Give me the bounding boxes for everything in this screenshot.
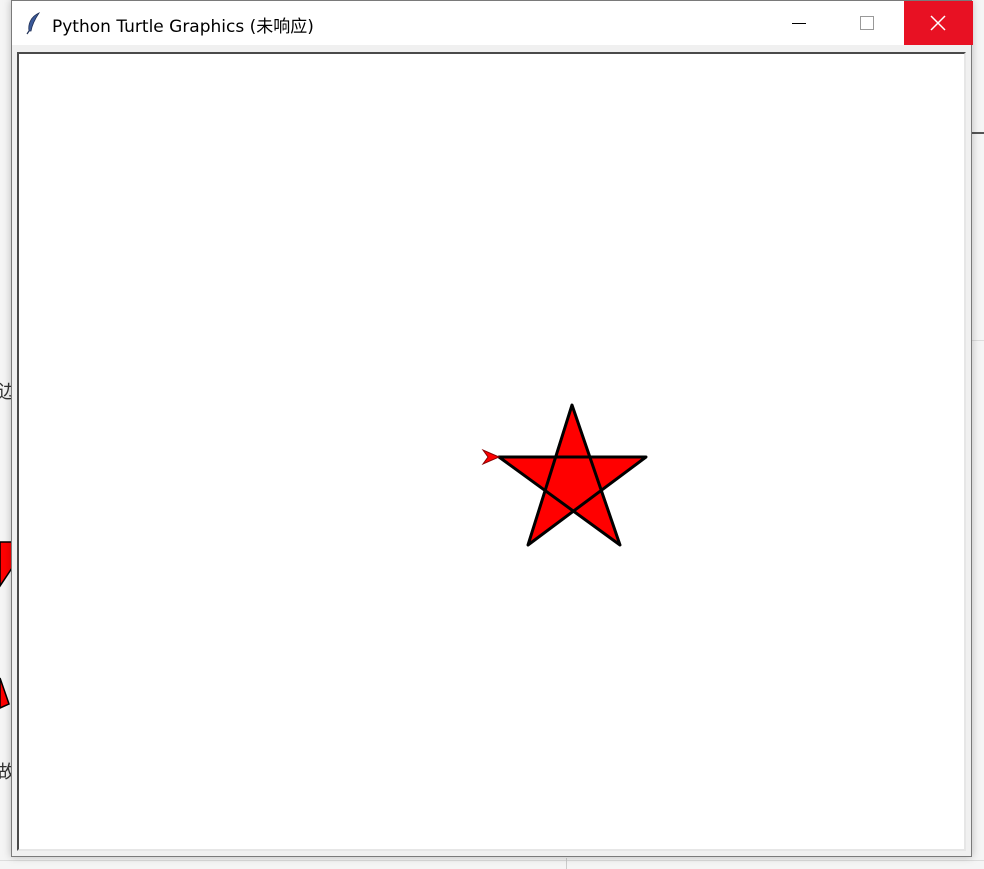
feather-icon xyxy=(24,11,44,35)
turtle-cursor-icon xyxy=(481,448,501,466)
minimize-button[interactable] xyxy=(764,1,832,45)
maximize-button[interactable] xyxy=(832,1,900,45)
turtle-window: Python Turtle Graphics (未响应) xyxy=(11,0,973,857)
title-bar[interactable]: Python Turtle Graphics (未响应) xyxy=(12,1,973,45)
minimize-icon xyxy=(792,23,806,24)
red-star xyxy=(497,403,648,547)
background-divider xyxy=(0,860,984,861)
background-divider xyxy=(972,132,984,134)
turtle-canvas[interactable] xyxy=(17,52,966,851)
window-title: Python Turtle Graphics (未响应) xyxy=(52,17,314,37)
close-icon xyxy=(930,15,946,31)
maximize-icon xyxy=(860,16,874,30)
background-divider xyxy=(566,858,567,869)
background-divider xyxy=(972,340,984,341)
close-button[interactable] xyxy=(904,1,973,45)
